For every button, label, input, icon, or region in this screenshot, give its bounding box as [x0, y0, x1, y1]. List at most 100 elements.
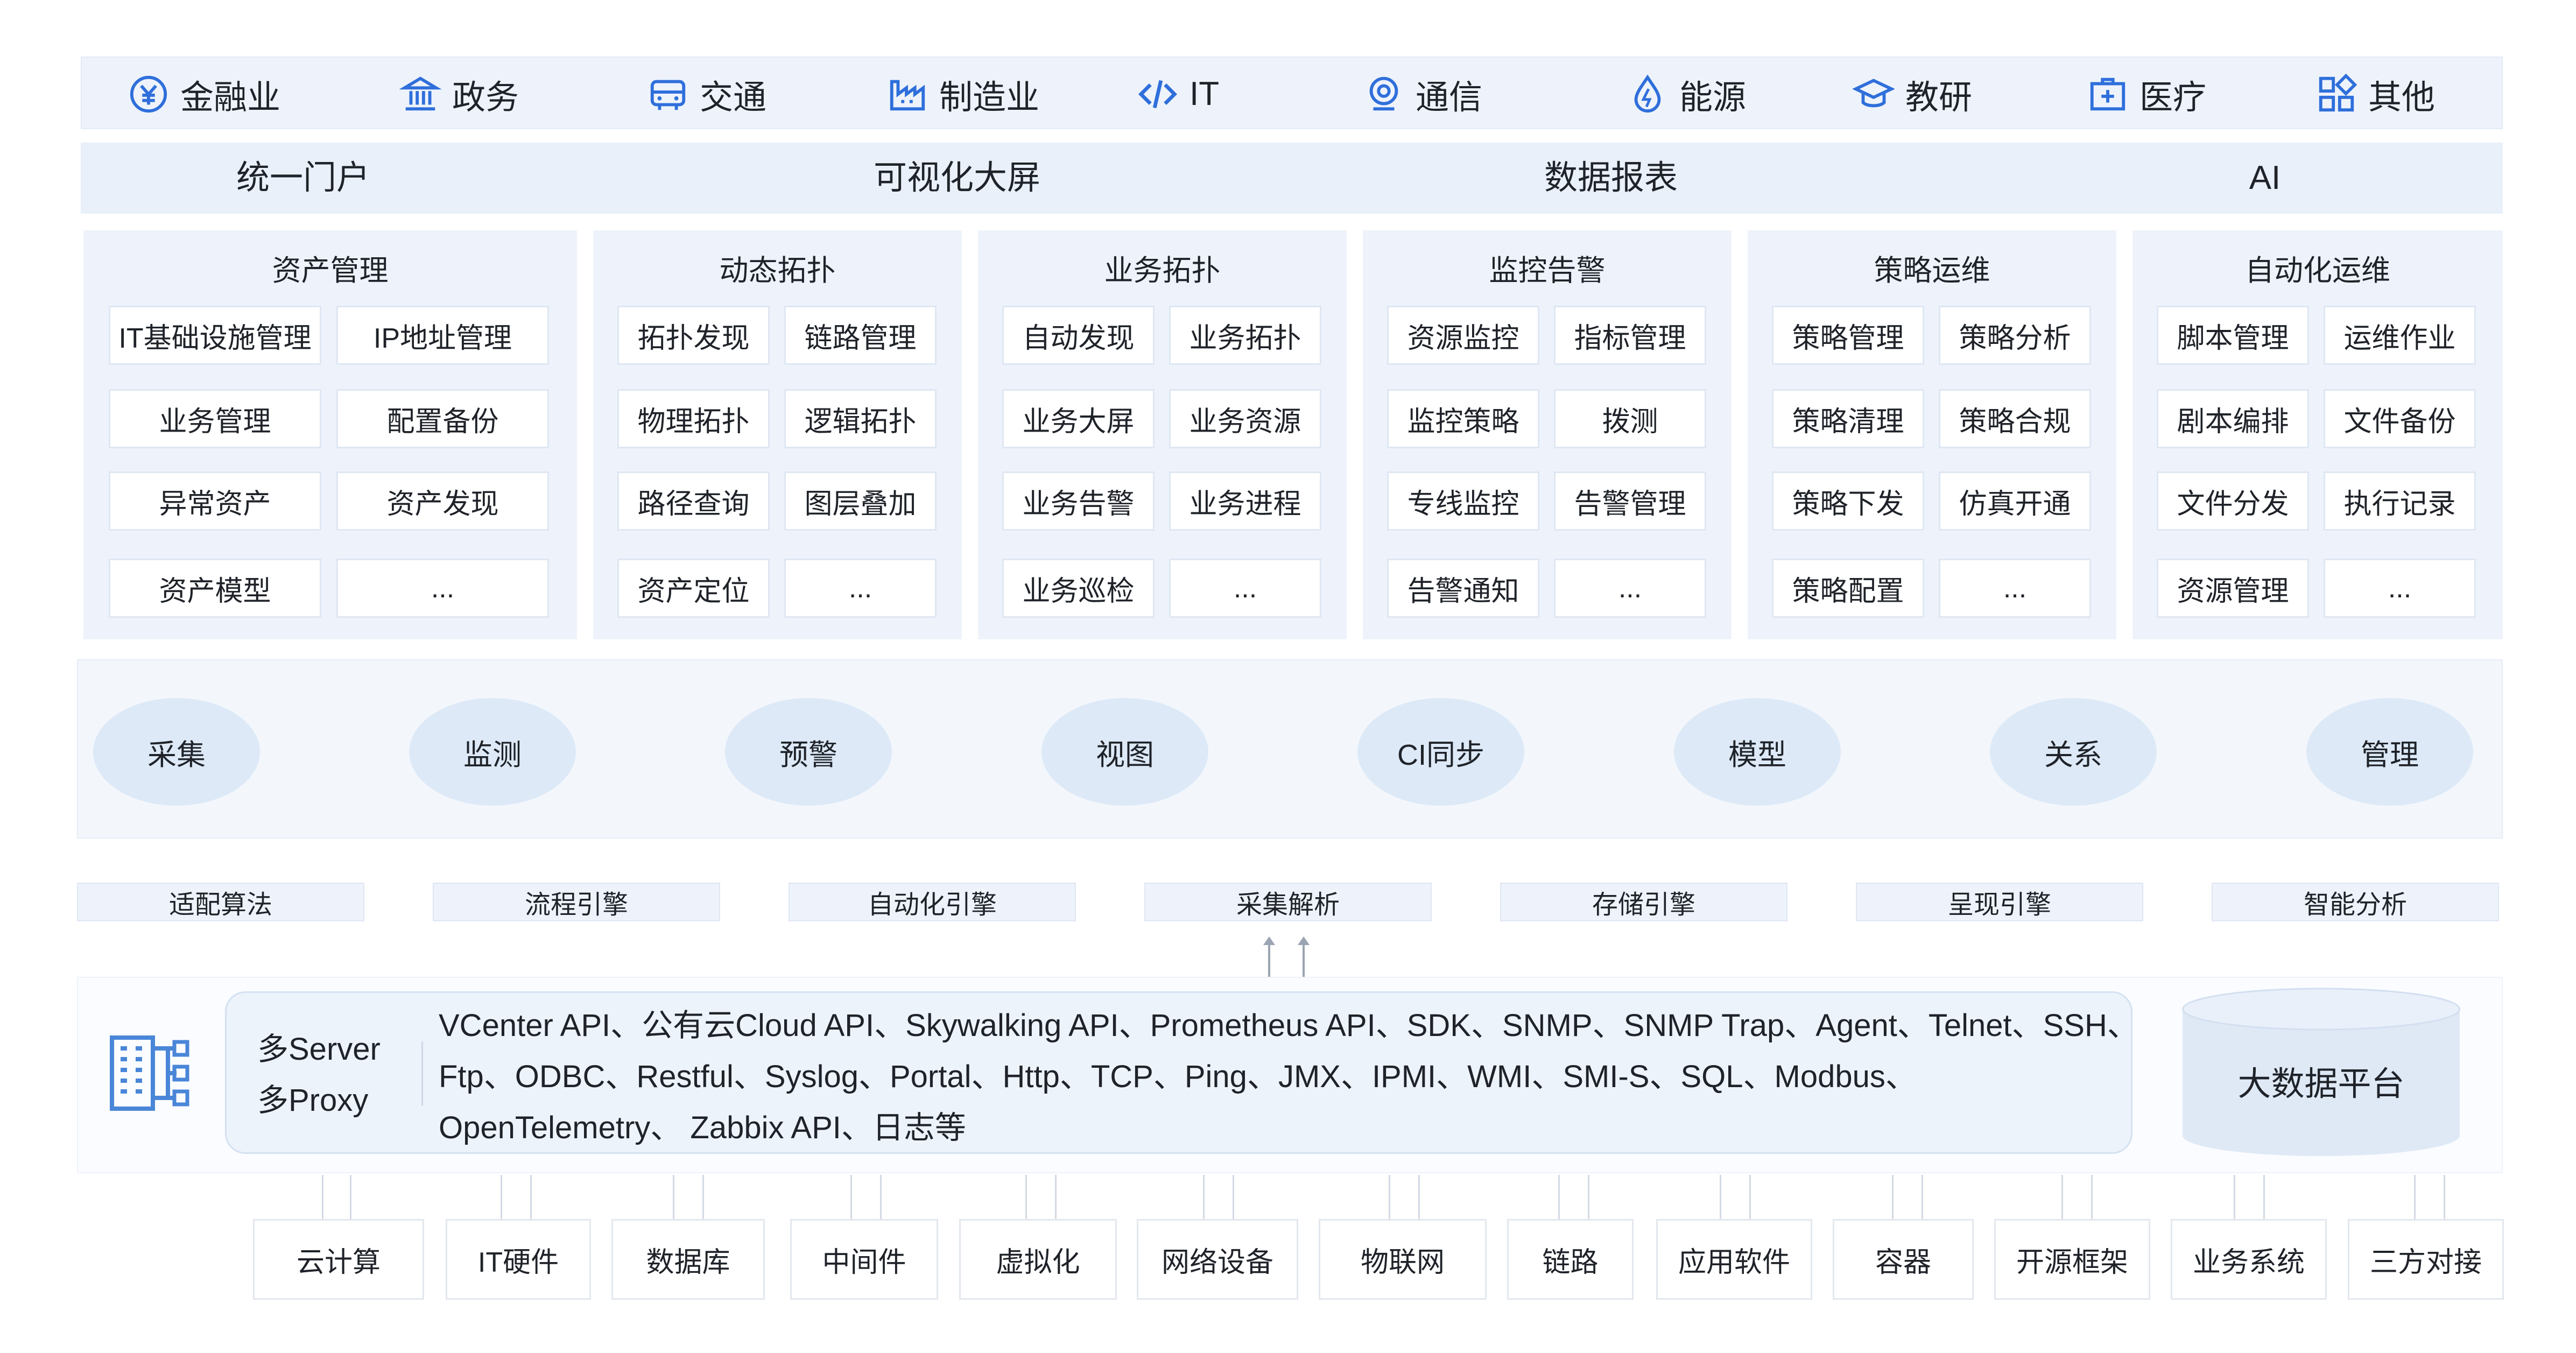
module-item[interactable]: ... — [784, 559, 937, 618]
signal-icon — [1363, 73, 1405, 115]
industry-manufacturing[interactable]: 制造业 — [886, 58, 1039, 130]
engine-automation[interactable]: 自动化引擎 — [789, 883, 1076, 921]
module-item[interactable]: 监控策略 — [1387, 389, 1539, 448]
connector-line — [530, 1175, 532, 1219]
connector-line — [850, 1175, 852, 1219]
module-item[interactable]: ... — [1169, 559, 1321, 618]
module-item[interactable]: 业务大屏 — [1002, 389, 1155, 448]
module-item[interactable]: 执行记录 — [2324, 471, 2476, 531]
module-item[interactable]: 专线监控 — [1387, 471, 1539, 531]
module-item[interactable]: 自动发现 — [1002, 306, 1155, 365]
engine-intelligent-analysis[interactable]: 智能分析 — [2212, 883, 2499, 921]
portal-data-report[interactable]: 数据报表 — [1449, 143, 1772, 214]
module-item[interactable]: 资源监控 — [1387, 306, 1539, 365]
module-item[interactable]: 资产模型 — [109, 559, 321, 618]
module-item[interactable]: 资源管理 — [2157, 559, 2309, 618]
module-item[interactable]: 策略清理 — [1772, 389, 1924, 448]
capability-model[interactable]: 模型 — [1674, 698, 1841, 806]
module-item[interactable]: 拓扑发现 — [617, 306, 770, 365]
module-item[interactable]: 告警通知 — [1387, 559, 1539, 618]
connector-line — [501, 1175, 502, 1219]
source-business-system[interactable]: 业务系统 — [2171, 1219, 2327, 1300]
module-item[interactable]: 链路管理 — [784, 306, 937, 365]
industry-energy[interactable]: 能源 — [1627, 58, 1746, 130]
industry-education[interactable]: 教研 — [1853, 58, 1972, 130]
module-item[interactable]: 策略合规 — [1939, 389, 2091, 448]
engine-collect-parse[interactable]: 采集解析 — [1144, 883, 1432, 921]
industry-finance[interactable]: 金融业 — [128, 58, 280, 130]
module-item[interactable]: 策略管理 — [1772, 306, 1924, 365]
capability-warn[interactable]: 预警 — [725, 698, 892, 806]
industry-government[interactable]: 政务 — [399, 58, 519, 130]
module-item[interactable]: ... — [1939, 559, 2091, 618]
industry-medical[interactable]: 医疗 — [2087, 58, 2206, 130]
capability-manage[interactable]: 管理 — [2306, 698, 2473, 806]
source-it-hardware[interactable]: IT硬件 — [446, 1219, 591, 1300]
connector-line — [1749, 1175, 1751, 1219]
module-item[interactable]: 文件备份 — [2324, 389, 2476, 448]
source-application[interactable]: 应用软件 — [1656, 1219, 1812, 1300]
portal-visual-screen[interactable]: 可视化大屏 — [796, 143, 1118, 214]
module-item[interactable]: ... — [1554, 559, 1706, 618]
module-item[interactable]: 业务管理 — [109, 389, 321, 448]
module-item[interactable]: 业务拓扑 — [1169, 306, 1321, 365]
source-network-device[interactable]: 网络设备 — [1137, 1219, 1298, 1300]
government-building-icon — [399, 73, 441, 115]
module-item[interactable]: 异常资产 — [109, 471, 321, 531]
module-item[interactable]: 资产发现 — [336, 471, 549, 531]
module-item[interactable]: 图层叠加 — [784, 471, 937, 531]
module-item[interactable]: 运维作业 — [2324, 306, 2476, 365]
capability-view[interactable]: 视图 — [1041, 698, 1208, 806]
source-third-party[interactable]: 三方对接 — [2348, 1219, 2504, 1300]
module-item[interactable]: 剧本编排 — [2157, 389, 2309, 448]
source-link[interactable]: 链路 — [1507, 1219, 1634, 1300]
industry-transport[interactable]: 交通 — [647, 58, 766, 130]
industry-telecom[interactable]: 通信 — [1363, 58, 1482, 130]
connector-line — [1025, 1175, 1027, 1219]
module-item[interactable]: 物理拓扑 — [617, 389, 770, 448]
source-cloud-computing[interactable]: 云计算 — [253, 1219, 424, 1300]
module-item[interactable]: 业务资源 — [1169, 389, 1321, 448]
module-item[interactable]: 策略分析 — [1939, 306, 2091, 365]
industry-it[interactable]: IT — [1137, 58, 1219, 130]
capability-ci-sync[interactable]: CI同步 — [1357, 698, 1524, 806]
engine-storage[interactable]: 存储引擎 — [1500, 883, 1787, 921]
module-item[interactable]: 脚本管理 — [2157, 306, 2309, 365]
module-item[interactable]: 配置备份 — [336, 389, 549, 448]
module-item[interactable]: IT基础设施管理 — [109, 306, 321, 365]
module-item[interactable]: 业务告警 — [1002, 471, 1155, 531]
module-item[interactable]: 指标管理 — [1554, 306, 1706, 365]
source-database[interactable]: 数据库 — [611, 1219, 765, 1300]
module-item[interactable]: 业务进程 — [1169, 471, 1321, 531]
source-open-source-framework[interactable]: 开源框架 — [1994, 1219, 2150, 1300]
module-item[interactable]: ... — [2324, 559, 2476, 618]
module-item[interactable]: 策略配置 — [1772, 559, 1924, 618]
source-virtualization[interactable]: 虚拟化 — [959, 1219, 1117, 1300]
connector-line — [2061, 1175, 2063, 1219]
module-item[interactable]: 策略下发 — [1772, 471, 1924, 531]
capability-monitor[interactable]: 监测 — [409, 698, 576, 806]
portal-ai[interactable]: AI — [2103, 143, 2426, 214]
source-middleware[interactable]: 中间件 — [790, 1219, 938, 1300]
module-item[interactable]: 逻辑拓扑 — [784, 389, 937, 448]
source-container[interactable]: 容器 — [1833, 1219, 1974, 1300]
portal-bar: 统一门户 可视化大屏 数据报表 AI — [81, 143, 2503, 214]
module-item[interactable]: 告警管理 — [1554, 471, 1706, 531]
industry-other[interactable]: 其他 — [2315, 58, 2435, 130]
module-item[interactable]: 资产定位 — [617, 559, 770, 618]
capability-relation[interactable]: 关系 — [1990, 698, 2157, 806]
module-item[interactable]: 拨测 — [1554, 389, 1706, 448]
module-item[interactable]: 业务巡检 — [1002, 559, 1155, 618]
module-item[interactable]: ... — [336, 559, 549, 618]
capability-collect[interactable]: 采集 — [93, 698, 260, 806]
engine-adaptation[interactable]: 适配算法 — [77, 883, 364, 921]
module-item[interactable]: IP地址管理 — [336, 306, 549, 365]
bigdata-platform[interactable]: 大数据平台 — [2180, 988, 2462, 1157]
source-iot[interactable]: 物联网 — [1319, 1219, 1487, 1300]
module-item[interactable]: 路径查询 — [617, 471, 770, 531]
module-item[interactable]: 仿真开通 — [1939, 471, 2091, 531]
engine-process[interactable]: 流程引擎 — [433, 883, 720, 921]
engine-presentation[interactable]: 呈现引擎 — [1856, 883, 2143, 921]
portal-unified[interactable]: 统一门户 — [142, 143, 464, 214]
module-item[interactable]: 文件分发 — [2157, 471, 2309, 531]
